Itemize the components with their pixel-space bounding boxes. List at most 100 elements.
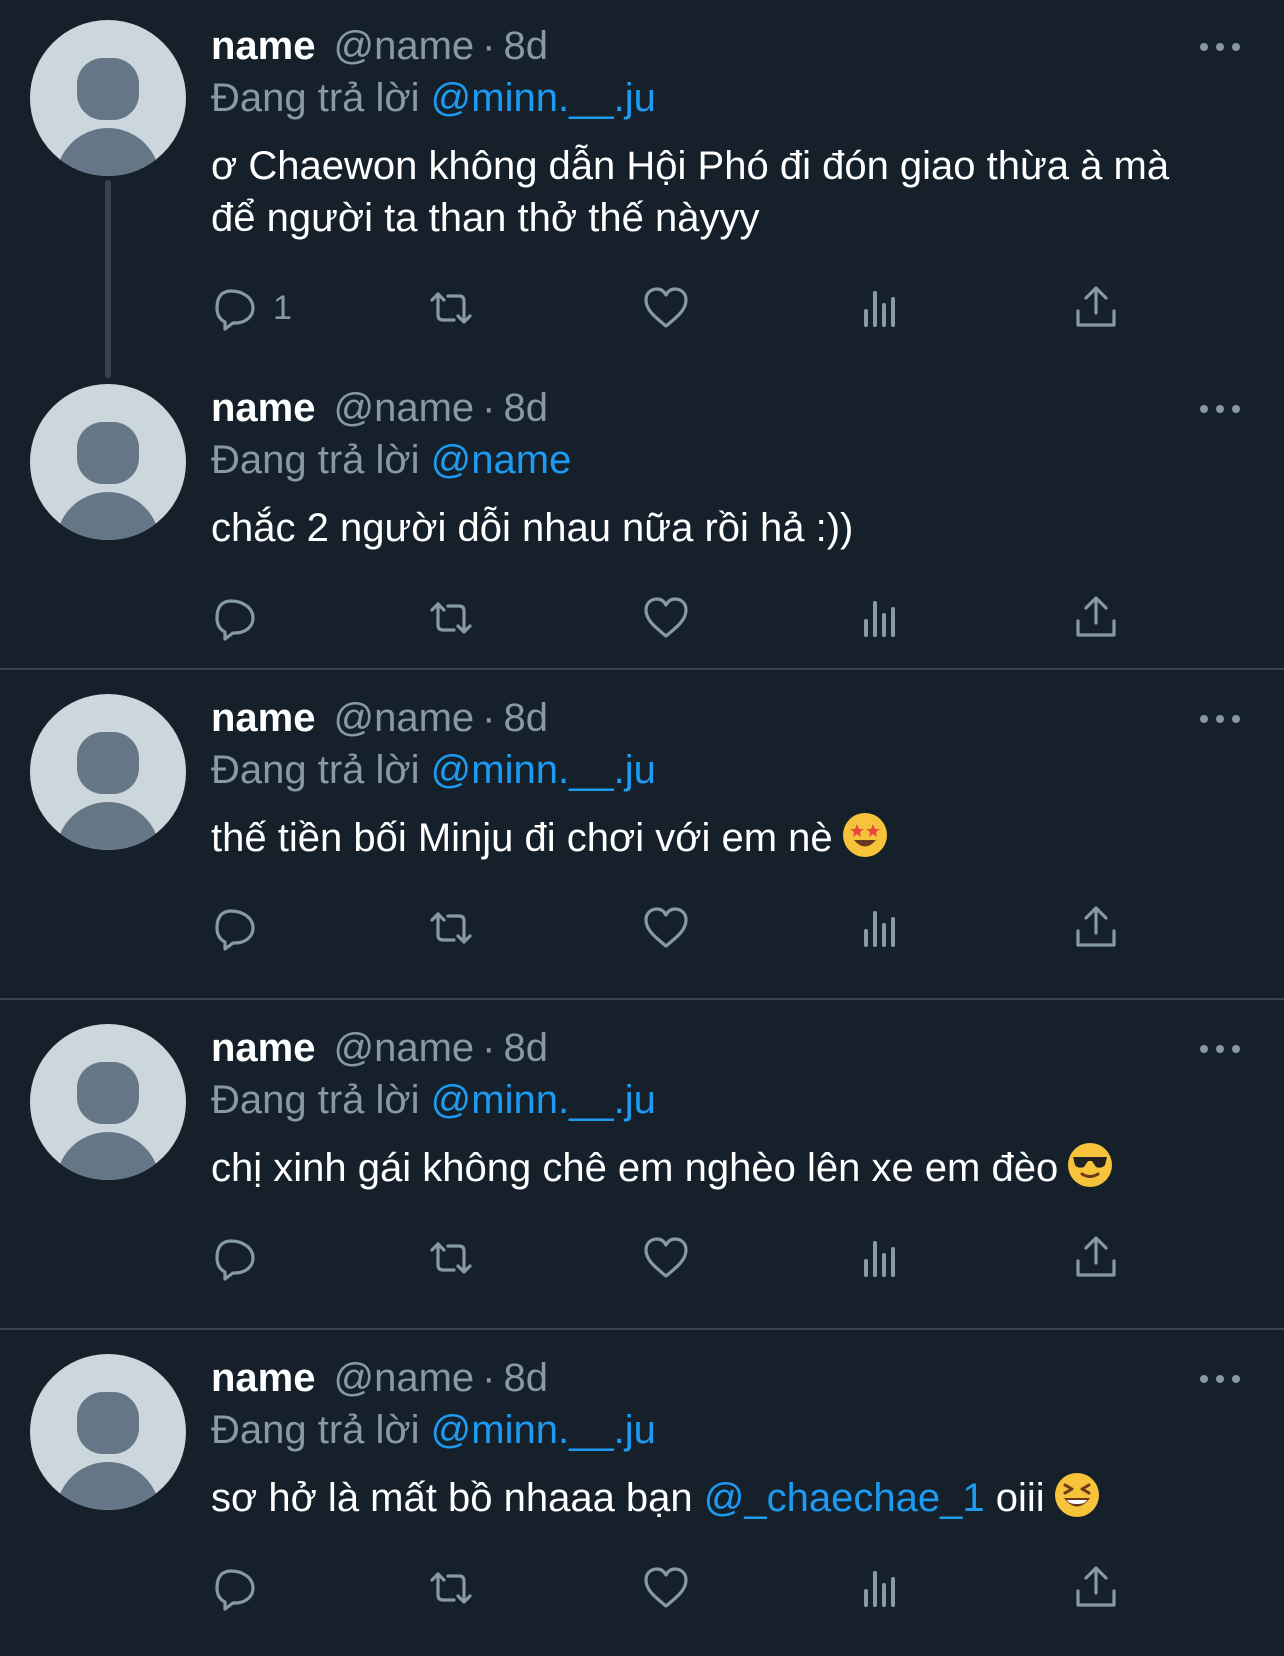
replying-label: Đang trả lời [211,76,420,120]
replying-label: Đang trả lời [211,438,420,482]
replying-to-mention[interactable]: @minn.__.ju [431,1408,656,1452]
tweet-1[interactable]: name @name · 8d Đang trả lời @minn.__.ju ơ … [0,0,1284,360]
more-icon[interactable] [1200,41,1240,53]
separator: · [482,696,496,740]
display-name[interactable]: name [211,1356,316,1400]
retweet-button[interactable] [426,282,476,334]
timestamp[interactable]: 8d [504,386,549,430]
share-button[interactable] [1071,592,1121,644]
handle[interactable]: @name [334,696,475,740]
replying-to-mention[interactable]: @minn.__.ju [431,76,656,120]
tweet-text-content: chị xinh gái không chê em nghèo lên xe e… [211,1146,1059,1190]
views-button[interactable] [856,902,906,954]
tweet-header: name @name · 8d [211,22,548,70]
like-button[interactable] [641,282,691,334]
separator: · [482,1356,496,1400]
replying-to-line: Đang trả lời @minn.__.ju [211,746,656,794]
avatar[interactable] [30,694,186,850]
reply-icon [215,1569,255,1611]
replying-to-line: Đang trả lời @minn.__.ju [211,74,656,122]
views-icon [864,911,895,947]
tweet-5[interactable]: name @name · 8d Đang trả lời @minn.__.ju sơ… [0,1332,1284,1656]
views-icon [864,1571,895,1607]
avatar[interactable] [30,1024,186,1180]
star-struck-emoji [842,813,887,857]
reply-count: 1 [273,288,292,327]
divider [0,998,1284,1000]
retweet-button[interactable] [426,1562,476,1614]
tweet-text-before: sơ hở là mất bồ nhaaa bạn [211,1476,693,1520]
tweet-actions [211,1232,1116,1284]
reply-button[interactable] [211,1562,261,1614]
like-icon [644,1567,688,1608]
replying-to-mention[interactable]: @minn.__.ju [431,1078,656,1122]
timestamp[interactable]: 8d [504,1356,549,1400]
timestamp[interactable]: 8d [504,1026,549,1070]
tweet-4[interactable]: name @name · 8d Đang trả lời @minn.__.ju ch… [0,1002,1284,1328]
handle[interactable]: @name [334,1026,475,1070]
tweet-text-after: oiii [995,1476,1045,1520]
tweet-2[interactable]: name @name · 8d Đang trả lời @name chắc 2 n… [0,362,1284,668]
like-button[interactable] [641,902,691,954]
separator: · [482,1026,496,1070]
avatar[interactable] [30,1354,186,1510]
tweet-3[interactable]: name @name · 8d Đang trả lời @minn.__.ju th… [0,672,1284,998]
reply-icon [215,599,255,641]
like-button[interactable] [641,592,691,644]
views-button[interactable] [856,592,906,644]
separator: · [482,386,496,430]
share-icon [1076,596,1116,637]
replying-label: Đang trả lời [211,1078,420,1122]
replying-to-line: Đang trả lời @name [211,436,571,484]
more-icon[interactable] [1200,1043,1240,1055]
grinning-squinting-emoji [1054,1473,1099,1517]
retweet-icon [430,912,472,944]
avatar[interactable] [30,384,186,540]
timestamp[interactable]: 8d [504,696,549,740]
handle[interactable]: @name [334,24,475,68]
like-button[interactable] [641,1562,691,1614]
more-icon[interactable] [1200,1373,1240,1385]
retweet-button[interactable] [426,1232,476,1284]
retweet-button[interactable] [426,592,476,644]
share-button[interactable] [1071,902,1121,954]
tweet-text: chị xinh gái không chê em nghèo lên xe e… [211,1142,1211,1194]
reply-button[interactable] [211,1232,261,1284]
reply-button[interactable]: 1 [211,282,292,334]
replying-to-mention[interactable]: @name [431,438,572,482]
like-icon [644,597,688,638]
tweet-header: name @name · 8d [211,694,548,742]
retweet-icon [430,602,472,634]
reply-button[interactable] [211,902,261,954]
tweet-text-mention[interactable]: @_chaechae_1 [704,1476,985,1520]
timestamp[interactable]: 8d [504,24,549,68]
share-button[interactable] [1071,1562,1121,1614]
display-name[interactable]: name [211,1026,316,1070]
views-button[interactable] [856,1562,906,1614]
share-icon [1076,286,1116,327]
retweet-button[interactable] [426,902,476,954]
display-name[interactable]: name [211,386,316,430]
divider [0,1328,1284,1330]
handle[interactable]: @name [334,386,475,430]
views-button[interactable] [856,282,906,334]
like-button[interactable] [641,1232,691,1284]
like-icon [644,907,688,948]
replying-to-line: Đang trả lời @minn.__.ju [211,1076,656,1124]
more-icon[interactable] [1200,403,1240,415]
replying-to-mention[interactable]: @minn.__.ju [431,748,656,792]
handle[interactable]: @name [334,1356,475,1400]
avatar[interactable] [30,20,186,176]
more-icon[interactable] [1200,713,1240,725]
separator: · [482,24,496,68]
views-button[interactable] [856,1232,906,1284]
display-name[interactable]: name [211,696,316,740]
views-icon [864,1241,895,1277]
share-button[interactable] [1071,282,1121,334]
views-icon [864,601,895,637]
reply-button[interactable] [211,592,261,644]
share-button[interactable] [1071,1232,1121,1284]
replying-label: Đang trả lời [211,1408,420,1452]
display-name[interactable]: name [211,24,316,68]
share-icon [1076,1566,1116,1607]
